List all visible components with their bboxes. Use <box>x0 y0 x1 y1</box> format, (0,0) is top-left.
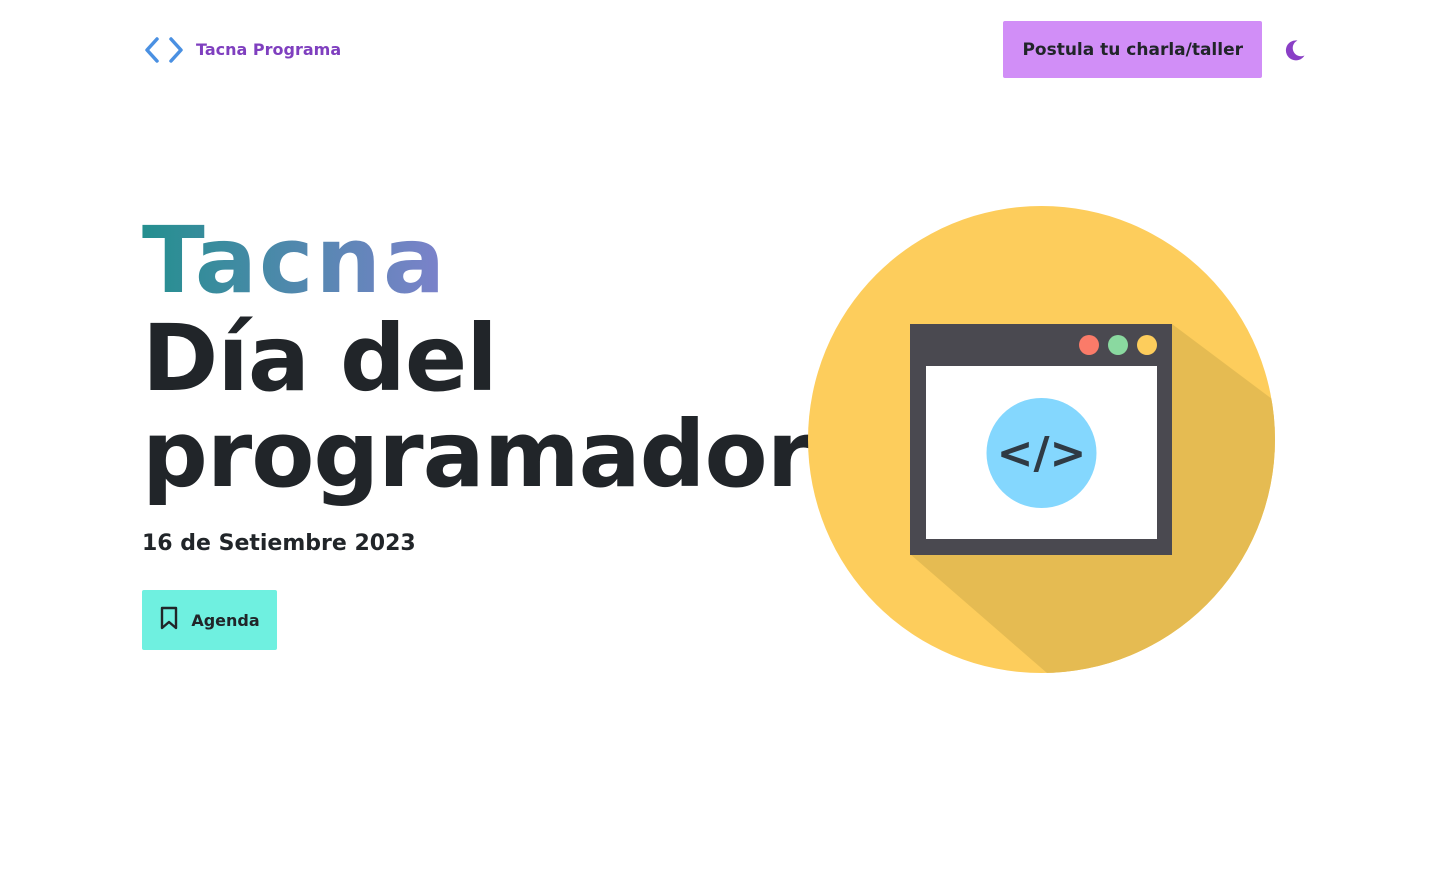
code-symbol: </> <box>997 428 1087 479</box>
moon-icon[interactable] <box>1282 37 1308 63</box>
site-header: Tacna Programa Postula tu charla/taller <box>142 21 1308 78</box>
agenda-label: Agenda <box>191 610 260 630</box>
hero-title: Día del programador <box>142 311 812 503</box>
submit-talk-button[interactable]: Postula tu charla/taller <box>1003 21 1262 78</box>
bookmark-icon <box>159 606 179 634</box>
brand-name: Tacna Programa <box>196 40 342 59</box>
hero-section: Tacna Día del programador 16 de Setiembr… <box>142 215 812 650</box>
hero-city: Tacna <box>142 215 811 307</box>
window-dot-green <box>1108 335 1128 355</box>
agenda-button[interactable]: Agenda <box>142 590 277 650</box>
code-brackets-icon <box>142 36 186 64</box>
brand-link[interactable]: Tacna Programa <box>142 36 341 64</box>
hero-title-line1: Día del <box>142 305 498 412</box>
event-date: 16 de Setiembre 2023 <box>142 531 416 556</box>
page: Tacna Programa Postula tu charla/taller … <box>0 0 1442 894</box>
header-actions: Postula tu charla/taller <box>1003 21 1308 78</box>
browser-window-code-icon: </> <box>808 206 1275 673</box>
hero-title-line2: programador <box>142 401 812 508</box>
window-dot-red <box>1079 335 1099 355</box>
window-dot-yellow <box>1137 335 1157 355</box>
